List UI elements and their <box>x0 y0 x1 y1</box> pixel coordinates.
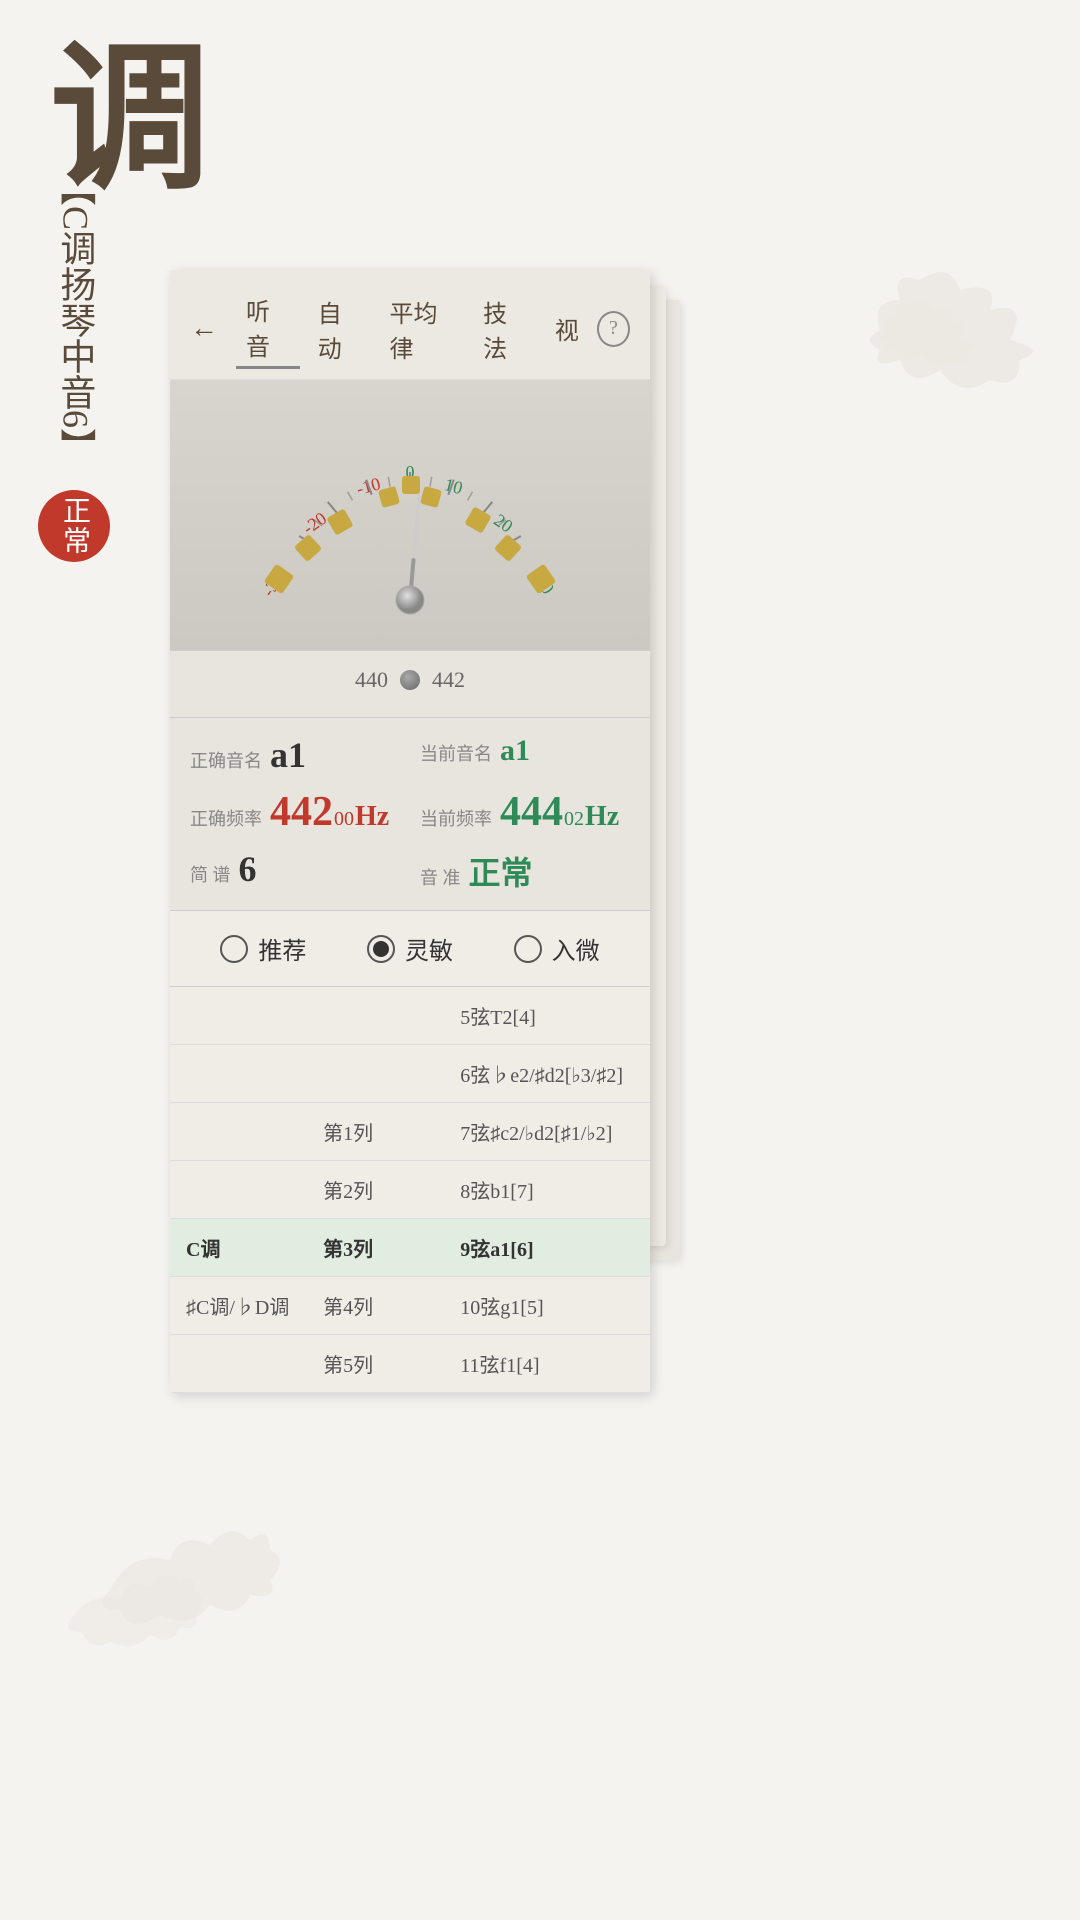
card-stack: ← 听音 自动 平均律 技法 视 ? <box>170 270 670 1393</box>
correct-freq-decimal: 00 <box>334 808 354 831</box>
table-row: 第1列 7弦♯c2/♭d2[♯1/♭2] <box>170 1103 650 1161</box>
help-button[interactable]: ? <box>597 311 630 347</box>
back-button[interactable]: ← <box>190 313 218 345</box>
correct-freq-value: 442 <box>270 788 333 836</box>
main-card: ← 听音 自动 平均律 技法 视 ? <box>170 270 650 1393</box>
table-cell: 11弦f1[4] <box>444 1335 650 1392</box>
jianpu-item: 简 谱 6 <box>190 848 400 894</box>
table-area: 5弦T2[4] 6弦♭e2/♯d2[♭3/♯2] 第1列 7弦♯c2/♭d2[♯… <box>170 986 650 1393</box>
table-cell: 第5列 <box>307 1335 444 1392</box>
table-cell <box>307 1002 444 1030</box>
table-row: 第2列 8弦b1[7] <box>170 1161 650 1219</box>
svg-text:-20: -20 <box>299 508 330 538</box>
freq-display: 440 442 <box>170 650 650 717</box>
correct-freq-item: 正确频率 442 00 Hz <box>190 788 400 836</box>
radio-fine[interactable]: 入微 <box>514 931 600 966</box>
table-cell: 8弦b1[7] <box>444 1161 650 1218</box>
correct-freq-label: 正确频率 <box>190 805 262 831</box>
svg-text:10: 10 <box>442 474 465 498</box>
current-note-value: a1 <box>500 734 530 768</box>
table-cell: ♯C调/♭D调 <box>170 1277 307 1334</box>
freq-dot <box>400 670 420 690</box>
jianpu-value: 6 <box>239 848 257 890</box>
table-cell: 第2列 <box>307 1161 444 1218</box>
tuner-area: -30 -20 -10 0 10 20 30 <box>170 380 650 650</box>
freq-low: 440 <box>355 667 388 693</box>
table-cell-key: C调 <box>170 1219 307 1276</box>
radio-sensitive[interactable]: 灵敏 <box>367 931 453 966</box>
radio-recommended-circle <box>220 935 248 963</box>
correct-note-value: a1 <box>270 734 306 776</box>
table-row: 6弦♭e2/♯d2[♭3/♯2] <box>170 1045 650 1103</box>
current-freq-unit: Hz <box>585 801 619 833</box>
table-cell <box>170 1350 307 1378</box>
table-row: 第5列 11弦f1[4] <box>170 1335 650 1393</box>
nav-item-visual[interactable]: 视 <box>545 307 589 350</box>
vertical-label: 【C调扬琴中音6】 <box>50 170 100 464</box>
radio-fine-circle <box>514 935 542 963</box>
table-cell: 7弦♯c2/♭d2[♯1/♭2] <box>444 1103 650 1160</box>
current-freq-value: 444 <box>500 788 563 836</box>
table-cell-string: 9弦a1[6] <box>444 1219 650 1276</box>
correct-freq-unit: Hz <box>355 801 389 833</box>
current-freq-item: 当前频率 444 02 Hz <box>420 788 630 836</box>
status-badge: 正常 <box>38 490 110 562</box>
pitch-label: 音 准 <box>420 864 461 890</box>
nav-item-technique[interactable]: 技法 <box>473 290 537 368</box>
cloud-decoration-top <box>850 260 1050 420</box>
table-cell: 5弦T2[4] <box>444 987 650 1044</box>
table-cell: 6弦♭e2/♯d2[♭3/♯2] <box>444 1045 650 1102</box>
table-cell <box>170 1176 307 1204</box>
freq-row: 440 442 <box>190 667 630 693</box>
table-cell-col: 第3列 <box>307 1219 444 1276</box>
pitch-value: 正常 <box>469 848 533 894</box>
freq-high: 442 <box>432 667 465 693</box>
radio-recommended[interactable]: 推荐 <box>220 931 306 966</box>
table-row: 5弦T2[4] <box>170 987 650 1045</box>
radio-sensitive-label: 灵敏 <box>405 931 453 966</box>
correct-note-item: 正确音名 a1 <box>190 734 400 776</box>
table-row-highlighted: C调 第3列 9弦a1[6] <box>170 1219 650 1277</box>
table-cell <box>170 1118 307 1146</box>
nav-item-auto[interactable]: 自动 <box>308 290 372 368</box>
radio-recommended-label: 推荐 <box>258 931 306 966</box>
radio-sensitive-circle <box>367 935 395 963</box>
jianpu-label: 简 谱 <box>190 861 231 887</box>
table-cell: 第4列 <box>307 1277 444 1334</box>
current-note-item: 当前音名 a1 <box>420 734 630 776</box>
table-cell <box>170 1002 307 1030</box>
svg-text:20: 20 <box>490 510 516 537</box>
nav-bar: ← 听音 自动 平均律 技法 视 ? <box>170 270 650 380</box>
info-grid: 正确音名 a1 当前音名 a1 正确频率 442 00 Hz 当前频率 444 <box>170 717 650 910</box>
correct-note-label: 正确音名 <box>190 747 262 773</box>
table-cell <box>170 1060 307 1088</box>
nav-item-temperament[interactable]: 平均律 <box>379 290 465 368</box>
meter-container: -30 -20 -10 0 10 20 30 <box>200 400 620 620</box>
table-cell: 10弦g1[5] <box>444 1277 650 1334</box>
current-note-label: 当前音名 <box>420 740 492 766</box>
pitch-item: 音 准 正常 <box>420 848 630 894</box>
table-row: ♯C调/♭D调 第4列 10弦g1[5] <box>170 1277 650 1335</box>
table-cell: 第1列 <box>307 1103 444 1160</box>
meter-svg: -30 -20 -10 0 10 20 30 <box>200 400 620 620</box>
table-cell <box>307 1060 444 1088</box>
nav-item-listen[interactable]: 听音 <box>236 288 300 369</box>
current-freq-label: 当前频率 <box>420 805 492 831</box>
radio-fine-label: 入微 <box>552 931 600 966</box>
current-freq-decimal: 02 <box>564 808 584 831</box>
cloud-decoration-bottom <box>30 1470 280 1670</box>
sensitivity-row: 推荐 灵敏 入微 <box>170 910 650 986</box>
